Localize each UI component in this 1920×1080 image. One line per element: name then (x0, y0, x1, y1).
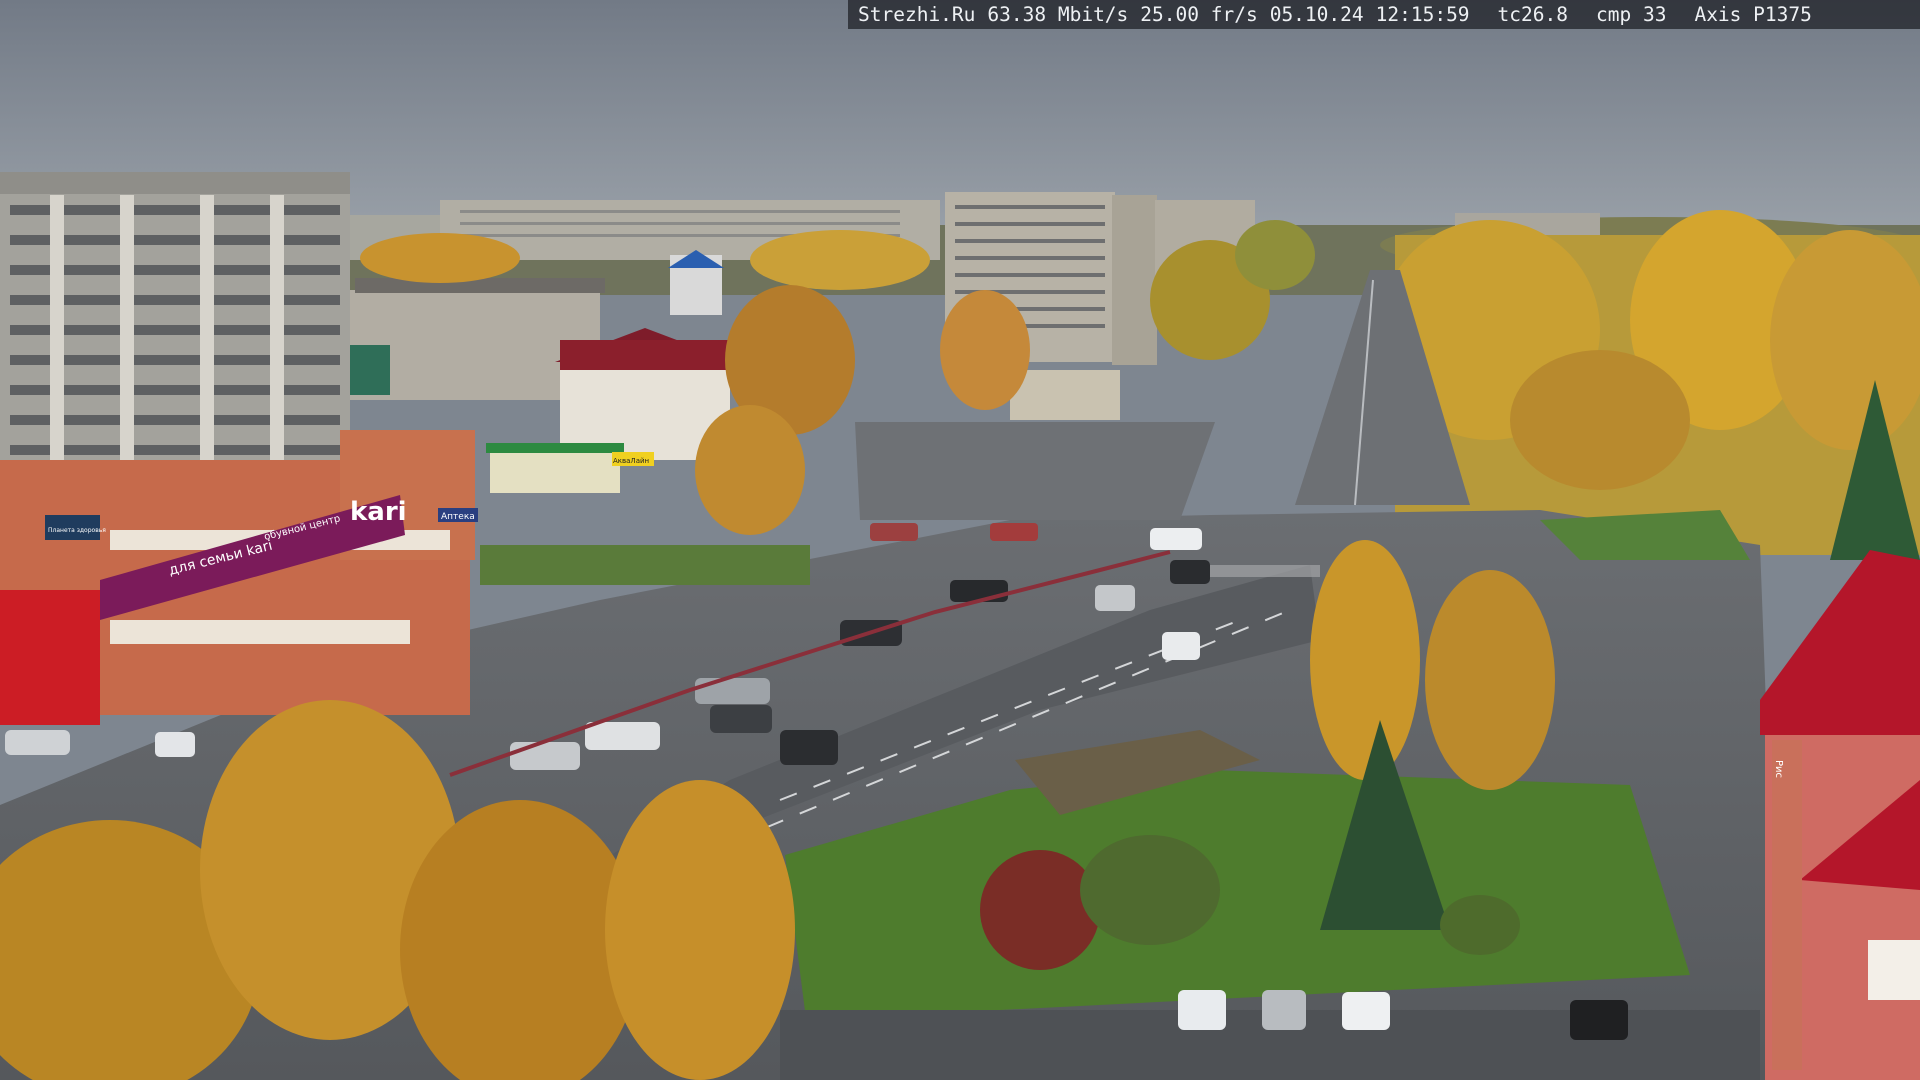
pharmacy-sign: Аптека (441, 512, 475, 522)
right-red-building: Рис (1760, 550, 1920, 1080)
left-building-sign: Планета здоровья (48, 527, 106, 534)
overlay-date: 05.10.24 (1269, 3, 1364, 26)
akvalain-sign: АкваЛайн (613, 457, 649, 465)
overlay-time: 12:15:59 (1375, 3, 1470, 26)
overlay-camera-model: Axis P1375 (1694, 3, 1812, 26)
camera-scene: kari для семьи kari обувной центр Планет… (0, 0, 1920, 1080)
autumn-trees-right (1380, 210, 1920, 560)
store-sign-kari: kari (350, 497, 407, 527)
overlay-cmp: cmp 33 (1596, 3, 1667, 26)
overlay-site: Strezhi.Ru (858, 3, 976, 26)
overlay-tc: tc26.8 (1497, 3, 1568, 26)
overlay-framerate: 25.00 fr/s (1140, 3, 1258, 26)
panel-sign: Рис (1773, 760, 1784, 778)
camera-info-overlay: Strezhi.Ru 63.38 Mbit/s 25.00 fr/s 05.10.24… (848, 0, 1920, 29)
overlay-bitrate: 63.38 Mbit/s (987, 3, 1129, 26)
